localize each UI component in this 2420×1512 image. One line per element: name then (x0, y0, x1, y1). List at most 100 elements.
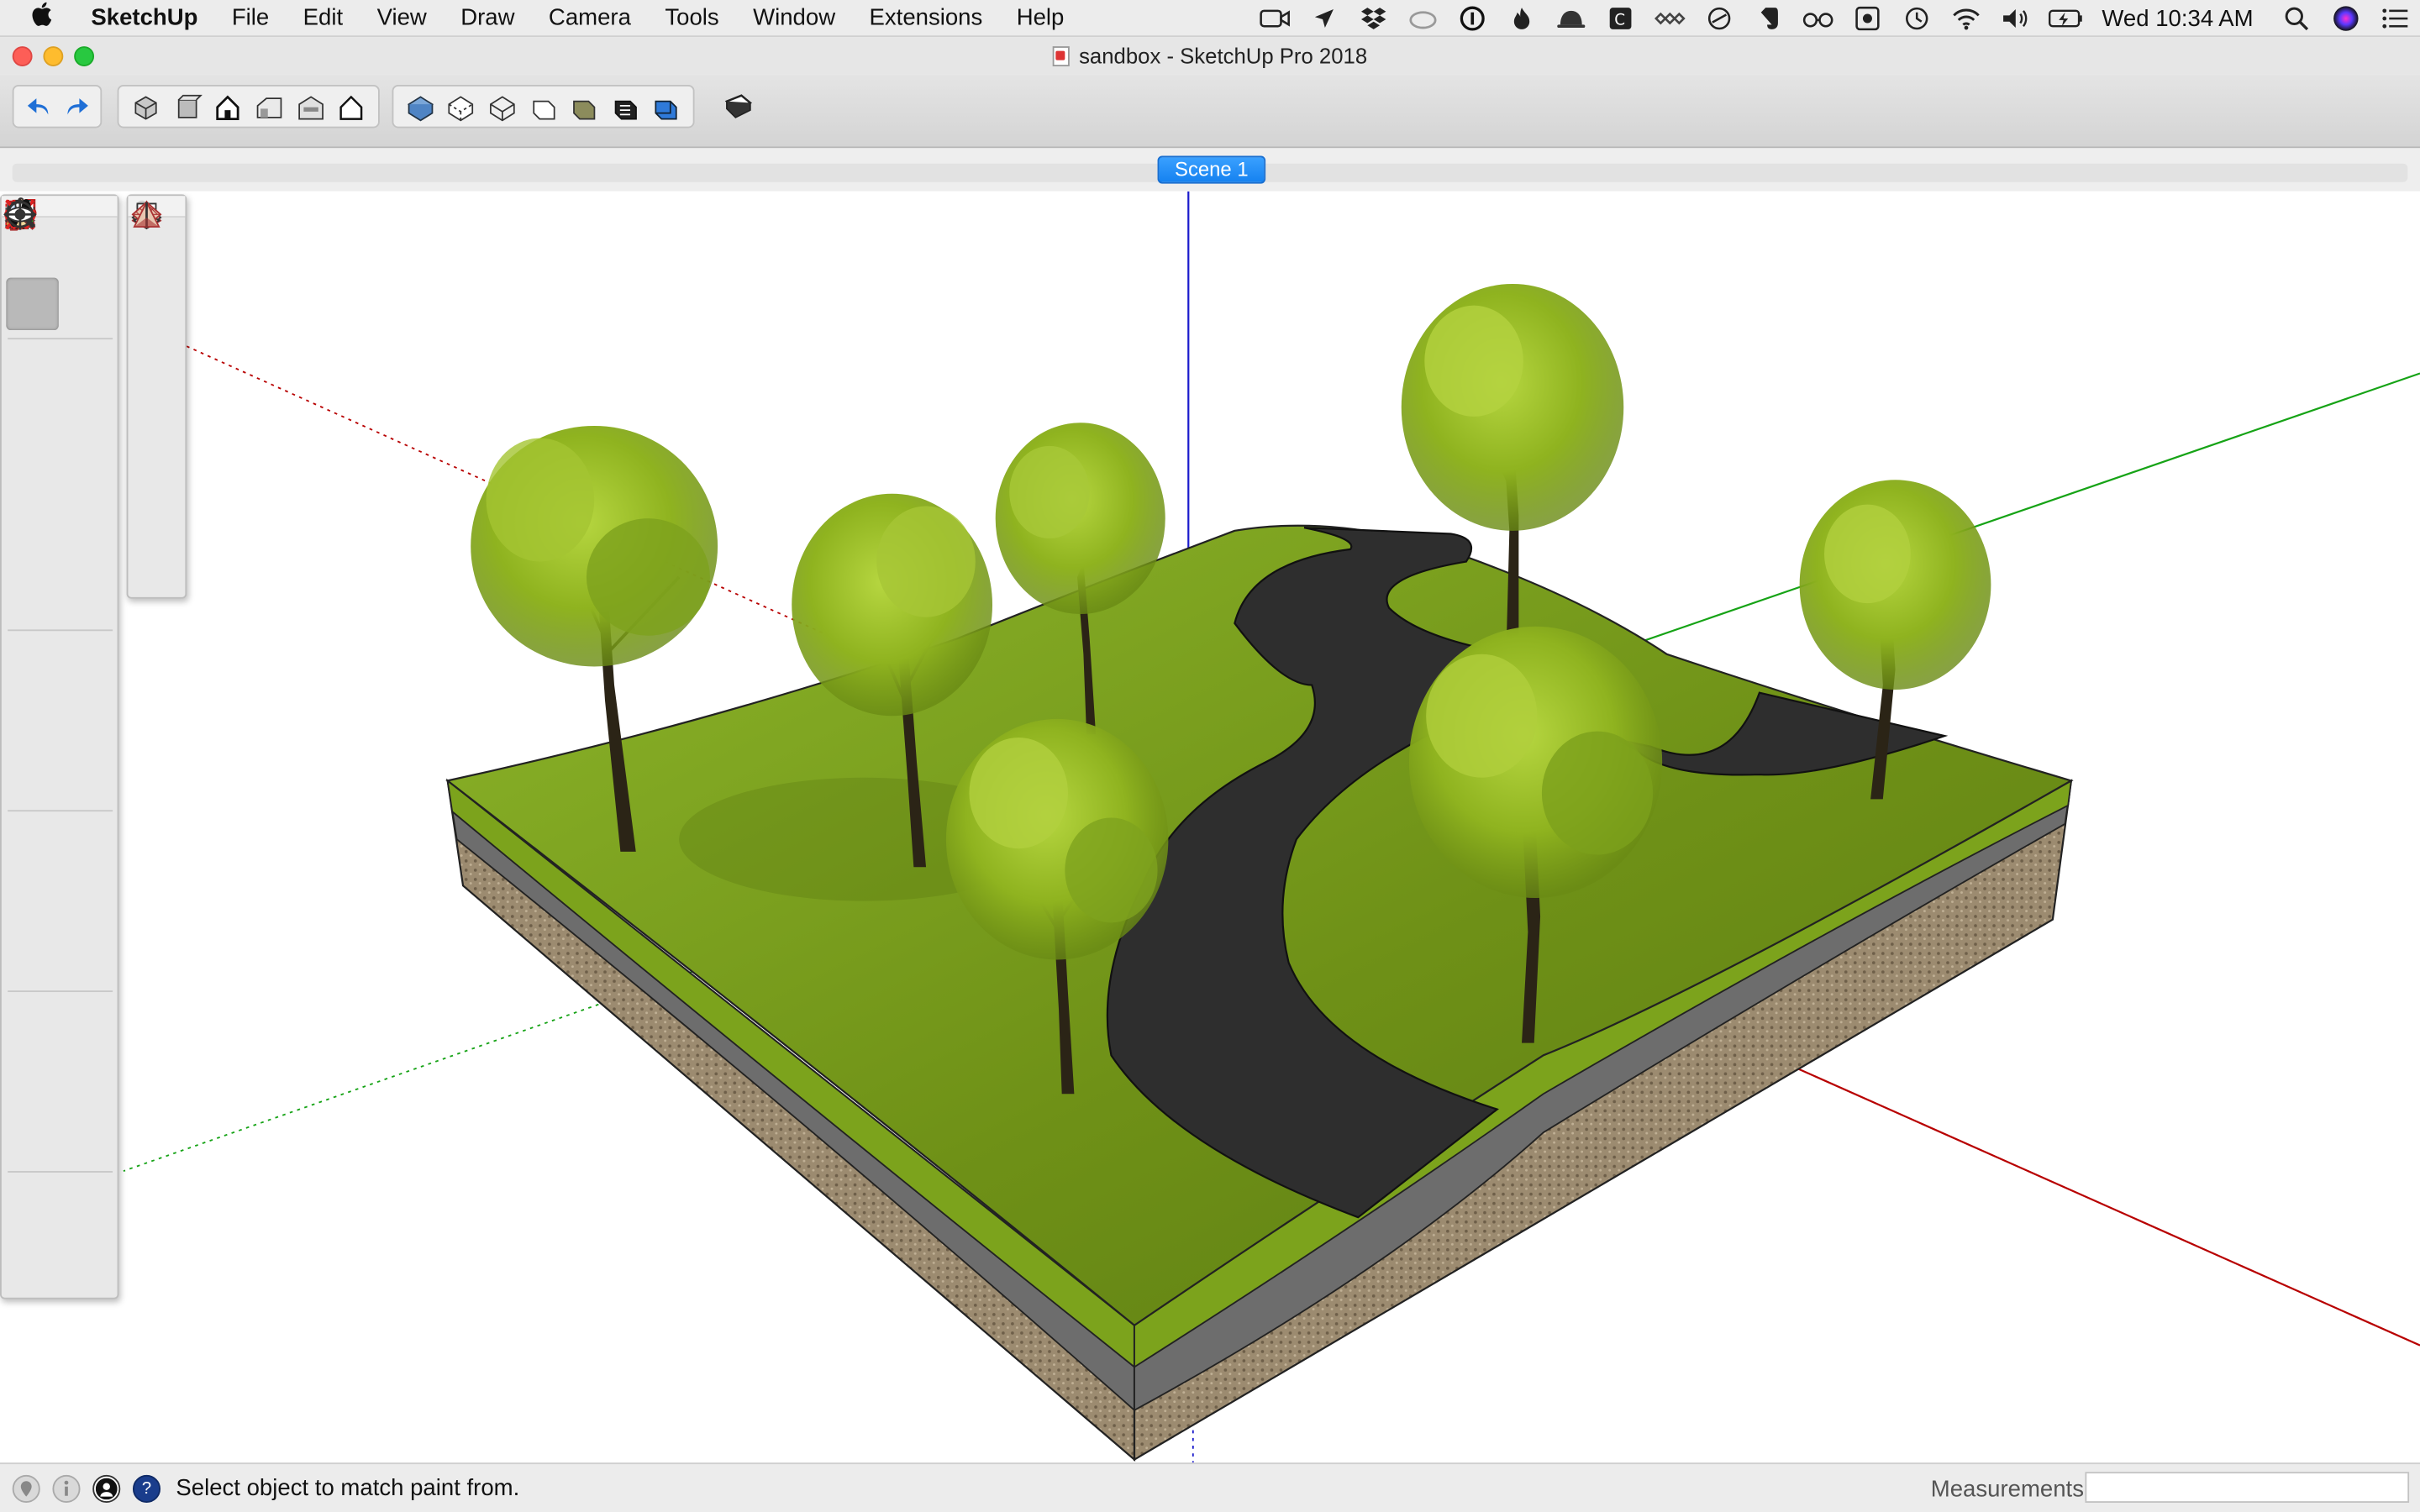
menu-file[interactable]: File (232, 5, 269, 31)
hidden-line-style-icon[interactable] (526, 90, 560, 123)
menu-help[interactable]: Help (1017, 5, 1065, 31)
position-camera-tool-icon[interactable] (6, 199, 58, 1232)
rectangle-tool-icon[interactable] (6, 201, 58, 454)
wifi-icon[interactable] (1949, 6, 1983, 30)
tape-measure-tool-icon[interactable] (6, 199, 58, 871)
circle-tool-icon[interactable] (6, 201, 58, 511)
model-viewport[interactable]: 1.5 A1 (0, 191, 2420, 1463)
onepassword-icon[interactable] (1455, 6, 1489, 31)
3d-text-tool-icon[interactable] (11, 197, 113, 983)
battery-charging-icon[interactable] (2048, 6, 2082, 30)
spotlight-search-icon[interactable] (2280, 6, 2313, 31)
paint-bucket-tool-icon[interactable] (6, 202, 59, 331)
three-point-arc-tool-icon[interactable] (6, 204, 58, 622)
geolocation-icon[interactable] (12, 1474, 40, 1503)
iso-view-icon[interactable] (128, 90, 163, 123)
location-arrow-icon[interactable] (1307, 6, 1340, 30)
menu-draw[interactable]: Draw (460, 5, 514, 31)
axes-tool-icon[interactable] (6, 200, 58, 983)
document-proxy-icon[interactable] (1052, 45, 1071, 66)
facetime-camera-icon[interactable] (1258, 6, 1292, 30)
zoom-extents-tool-icon[interactable] (5, 199, 58, 1163)
zoom-tool-icon[interactable] (6, 201, 58, 1107)
sandbox-from-contours-icon[interactable] (131, 205, 185, 277)
orbit-tool-icon[interactable] (4, 200, 58, 1052)
time-machine-icon[interactable] (1900, 6, 1933, 30)
move-tool-icon[interactable] (4, 198, 58, 690)
menu-tools[interactable]: Tools (665, 5, 718, 31)
menubar-clock[interactable]: Wed 10:34 AM (2102, 5, 2253, 31)
protractor-tool-icon[interactable] (5, 199, 58, 927)
no-entry-circle-icon[interactable] (1702, 6, 1736, 30)
menu-edit[interactable]: Edit (303, 5, 343, 31)
right-view-icon[interactable] (251, 90, 287, 123)
hat-icon[interactable] (1554, 6, 1587, 30)
section-plane-tool-icon[interactable] (4, 198, 113, 1288)
user-account-icon[interactable] (92, 1474, 121, 1503)
scene-tab[interactable]: Scene 1 (1157, 155, 1266, 184)
walk-tool-icon[interactable] (9, 198, 113, 1232)
undo-icon[interactable] (24, 90, 55, 123)
zoom-window-tool-icon[interactable] (5, 199, 113, 1107)
menu-extensions[interactable]: Extensions (870, 5, 983, 31)
top-view-icon[interactable] (169, 90, 204, 123)
menu-view[interactable]: View (377, 5, 427, 31)
arc-tool-icon[interactable] (6, 200, 58, 566)
close-window-button[interactable] (12, 46, 33, 66)
shaded-textures-style-icon[interactable] (608, 90, 642, 123)
creative-cloud-icon[interactable] (1406, 6, 1439, 30)
pie-tool-icon[interactable] (4, 199, 113, 622)
record-icon[interactable] (1850, 6, 1884, 31)
volume-icon[interactable] (1998, 6, 2032, 30)
xray-style-icon[interactable] (402, 90, 437, 123)
wireframe-style-icon[interactable] (485, 90, 519, 123)
text-tool-icon[interactable]: A1 (5, 199, 113, 927)
add-detail-icon[interactable] (131, 201, 185, 555)
credits-info-icon[interactable] (52, 1474, 81, 1503)
help-icon[interactable]: ? (132, 1474, 161, 1503)
polygon-tool-icon[interactable] (7, 201, 113, 511)
two-point-arc-tool-icon[interactable] (6, 203, 113, 566)
dimension-tool-icon[interactable]: 1.5 (7, 200, 113, 871)
menu-camera[interactable]: Camera (549, 5, 631, 31)
minimize-window-button[interactable] (43, 46, 64, 66)
left-view-icon[interactable] (334, 90, 369, 123)
notification-center-icon[interactable] (2378, 6, 2412, 30)
back-edges-style-icon[interactable] (444, 90, 478, 123)
siri-icon[interactable] (2329, 6, 2363, 31)
eraser-tool-icon[interactable] (7, 203, 113, 330)
redo-icon[interactable] (60, 90, 92, 123)
evernote-icon[interactable] (1751, 6, 1785, 30)
stamp-icon[interactable] (131, 204, 185, 444)
rotate-tool-icon[interactable] (5, 200, 58, 747)
app-c-icon[interactable]: C (1603, 6, 1637, 30)
rotated-rectangle-tool-icon[interactable] (8, 200, 113, 454)
follow-me-tool-icon[interactable] (6, 203, 113, 747)
pan-tool-icon[interactable] (7, 197, 113, 1052)
look-around-tool-icon[interactable] (3, 207, 58, 1288)
scale-tool-icon[interactable] (5, 198, 58, 802)
make-component-tool-icon[interactable] (6, 199, 113, 274)
measurements-input[interactable] (2085, 1472, 2410, 1503)
line-tool-icon[interactable] (6, 199, 58, 399)
menu-window[interactable]: Window (753, 5, 835, 31)
send-to-layout-icon[interactable] (723, 90, 754, 123)
front-view-icon[interactable] (210, 90, 245, 123)
back-view-icon[interactable] (292, 90, 328, 123)
shaded-style-icon[interactable] (567, 90, 602, 123)
freehand-tool-icon[interactable] (4, 206, 113, 399)
zoom-window-button[interactable] (74, 46, 95, 66)
sandbox-from-scratch-icon[interactable] (131, 201, 185, 333)
smoove-icon[interactable] (131, 200, 185, 388)
offset-tool-icon[interactable] (5, 200, 113, 802)
reading-glasses-icon[interactable] (1801, 6, 1834, 30)
flip-edge-icon[interactable] (133, 200, 185, 611)
flame-icon[interactable] (1505, 6, 1539, 30)
app-menu[interactable]: SketchUp (91, 5, 197, 31)
push-pull-tool-icon[interactable] (4, 198, 113, 690)
drape-icon[interactable] (133, 202, 185, 500)
apple-menu-icon[interactable] (31, 2, 77, 34)
dropbox-icon[interactable] (1356, 6, 1390, 30)
previous-view-tool-icon[interactable] (8, 201, 113, 1163)
infinity-icon[interactable] (1653, 6, 1686, 30)
